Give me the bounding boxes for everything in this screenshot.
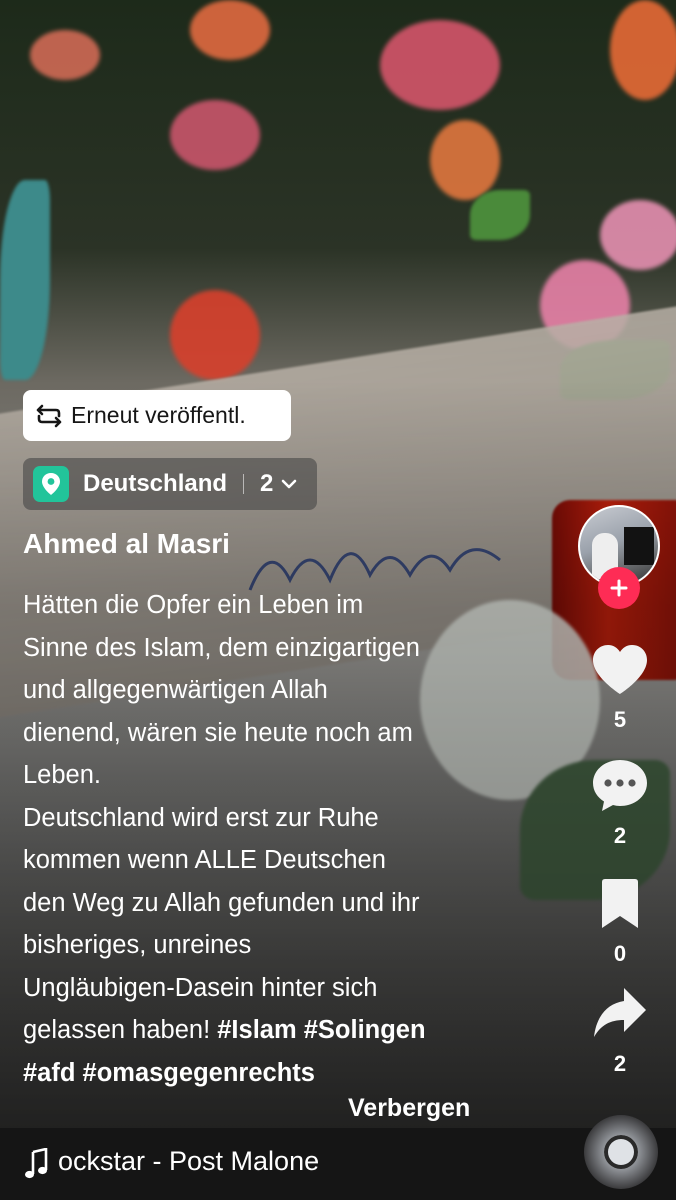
bg-flower: [190, 0, 270, 60]
bg-flower: [170, 100, 260, 170]
caption-line: Leben.: [23, 761, 101, 789]
author-name[interactable]: Ahmed al Masri: [23, 528, 230, 560]
avatar-image-detail: [624, 527, 654, 565]
music-disc[interactable]: [584, 1115, 658, 1189]
bg-flower: [30, 30, 100, 80]
bg-flower: [610, 0, 676, 100]
save-button[interactable]: 0: [584, 878, 656, 967]
bg-leaf: [470, 190, 530, 240]
like-count: 5: [613, 707, 627, 732]
caption-line: Sinne des Islam, dem einzigartigen: [23, 633, 420, 662]
share-arrow-icon: [594, 988, 646, 1037]
video-caption[interactable]: Hätten die Opfer ein Leben im Sinne des …: [23, 584, 503, 1094]
caption-line: Deutschland wird erst zur Ruhe: [23, 803, 379, 832]
bg-flower: [430, 120, 500, 200]
follow-button[interactable]: [598, 567, 640, 609]
bg-flower: [380, 20, 500, 110]
caption-line: und allgegenwärtigen Allah: [23, 676, 328, 704]
hashtag-links[interactable]: #Islam #Solingen: [217, 1016, 425, 1044]
bg-flower: [170, 290, 260, 380]
comment-bubble-icon: [593, 760, 647, 811]
bg-leaf: [0, 180, 50, 380]
bg-flower: [600, 200, 676, 270]
location-name: Deutschland: [83, 470, 228, 497]
location-count: 2: [260, 470, 274, 497]
location-pin-icon: [33, 466, 69, 502]
caption-line: kommen wenn ALLE Deutschen: [23, 846, 386, 874]
share-count: 2: [613, 1051, 627, 1076]
repost-icon: [33, 400, 65, 432]
hide-caption-button[interactable]: Verbergen: [348, 1094, 470, 1123]
share-button[interactable]: 2: [584, 986, 656, 1077]
location-divider: [243, 474, 245, 494]
hashtag-links[interactable]: #afd #omasgegenrechts: [23, 1052, 503, 1095]
like-button[interactable]: 5: [584, 644, 656, 733]
caption-line: Hätten die Opfer ein Leben im: [23, 591, 364, 619]
repost-chip[interactable]: Erneut veröffentl.: [23, 390, 291, 441]
music-bar[interactable]: ockstar - Post Malone: [0, 1128, 676, 1200]
music-track-title: ockstar - Post Malone: [58, 1146, 320, 1176]
music-note-icon: [25, 1148, 48, 1179]
music-disc-cover: [604, 1135, 638, 1169]
caption-line: Ungläubigen-Dasein hinter sich: [23, 973, 378, 1002]
comment-button[interactable]: 2: [584, 758, 656, 849]
comment-count: 2: [613, 823, 627, 848]
plus-icon: [610, 579, 628, 597]
bookmark-icon: [602, 879, 638, 928]
repost-label: Erneut veröffentl.: [71, 402, 246, 428]
caption-text: gelassen haben!: [23, 1016, 218, 1044]
chevron-down-icon: [282, 479, 297, 489]
heart-icon: [593, 645, 647, 694]
caption-line: dienend, wären sie heute noch am: [23, 718, 413, 747]
caption-line: den Weg zu Allah gefunden und ihr: [23, 888, 420, 917]
caption-line: bisheriges, unreines: [23, 931, 252, 959]
location-chip[interactable]: Deutschland 2: [23, 458, 317, 510]
caption-line: gelassen haben! #Islam #Solingen: [23, 1009, 503, 1052]
save-count: 0: [613, 941, 627, 966]
